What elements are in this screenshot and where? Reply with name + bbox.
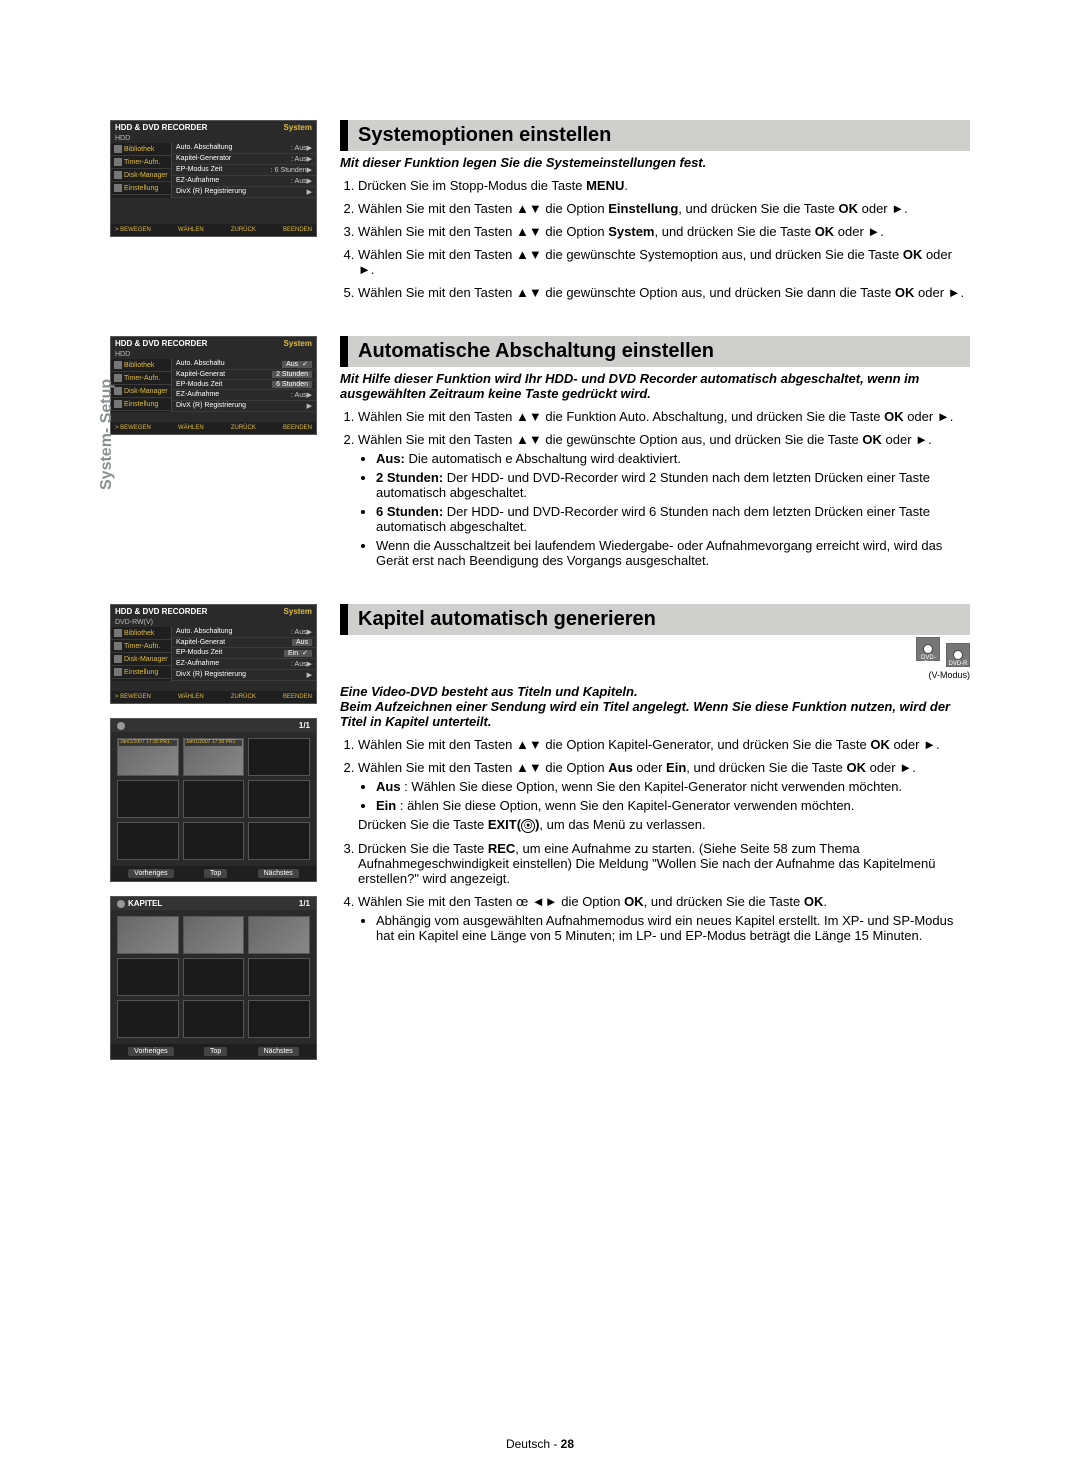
disc-dot-icon <box>117 722 125 730</box>
disc-icons: DVD-RW DVD-R <box>340 637 970 668</box>
section-title: Automatische Abschaltung einstellen <box>340 336 970 367</box>
section-title: Kapitel automatisch generieren <box>340 604 970 635</box>
step: Wählen Sie mit den Tasten ▲▼ die Option … <box>358 201 970 216</box>
step: Wählen Sie mit den Tasten ▲▼ die gewünsc… <box>358 285 970 300</box>
thumb-panel-2: KAPITEL1/1 Vorheriges Top Nächstes <box>110 896 317 1060</box>
section-kapitel: HDD & DVD RECORDERSystem DVD-RW(V) Bibli… <box>110 604 970 1074</box>
osd-title-right: System <box>284 123 312 132</box>
steps-list: Wählen Sie mit den Tasten ▲▼ die Funktio… <box>340 409 970 568</box>
osd-title: HDD & DVD RECORDER <box>115 123 207 132</box>
library-icon <box>114 145 122 153</box>
dvd-rw-icon: DVD-RW <box>916 637 940 661</box>
step: Wählen Sie mit den Tasten ▲▼ die gewünsc… <box>358 247 970 277</box>
settings-icon <box>114 668 122 676</box>
disc-icon <box>114 655 122 663</box>
osd-sub: HDD <box>111 134 316 143</box>
thumb-panel-1: 1/1 Jan/1/2007 17:30 PR1 Jan/1/2007 17:3… <box>110 718 317 882</box>
step: Drücken Sie die Taste REC, um eine Aufna… <box>358 841 970 886</box>
side-tab: System- Setup <box>98 379 116 490</box>
bullet: 6 Stunden: Der HDD- und DVD-Recorder wir… <box>376 504 970 534</box>
library-icon <box>114 629 122 637</box>
osd-panel-3: HDD & DVD RECORDERSystem DVD-RW(V) Bibli… <box>110 604 317 704</box>
timer-icon <box>114 158 122 166</box>
thumb-cell <box>248 738 310 776</box>
bullet: Aus : Wählen Sie diese Option, wenn Sie … <box>376 779 970 794</box>
disc-caption: (V-Modus) <box>340 670 970 680</box>
osd-nav: Bibliothek Timer-Aufn. Disk-Manager Eins… <box>111 143 172 198</box>
section-intro: Eine Video-DVD besteht aus Titeln und Ka… <box>340 684 970 729</box>
step: Wählen Sie mit den Tasten ▲▼ die Option … <box>358 224 970 239</box>
bullet: Aus: Die automatisch e Abschaltung wird … <box>376 451 970 466</box>
step: Wählen Sie mit den Tasten ▲▼ die gewünsc… <box>358 432 970 568</box>
step: Drücken Sie im Stopp-Modus die Taste MEN… <box>358 178 970 193</box>
steps-list: Wählen Sie mit den Tasten ▲▼ die Option … <box>340 737 970 943</box>
bullet: 2 Stunden: Der HDD- und DVD-Recorder wir… <box>376 470 970 500</box>
osd-panel-2: HDD & DVD RECORDERSystem HDD Bibliothek … <box>110 336 317 435</box>
steps-list: Drücken Sie im Stopp-Modus die Taste MEN… <box>340 178 970 300</box>
section-title: Systemoptionen einstellen <box>340 120 970 151</box>
bullet: Ein : ählen Sie diese Option, wenn Sie d… <box>376 798 970 813</box>
dvd-r-icon: DVD-R <box>946 643 970 667</box>
bullet: Wenn die Ausschaltzeit bei laufendem Wie… <box>376 538 970 568</box>
thumb-cell: Jan/1/2007 17:30 PR1 <box>183 738 245 776</box>
section-intro: Mit Hilfe dieser Funktion wird Ihr HDD- … <box>340 371 970 401</box>
disc-dot-icon <box>117 900 125 908</box>
settings-icon <box>114 184 122 192</box>
after-bullets: Drücken Sie die Taste EXIT(⦿), um das Me… <box>358 817 970 833</box>
manual-page: System- Setup HDD & DVD RECORDER System H… <box>0 0 1080 1481</box>
step: Wählen Sie mit den Tasten ▲▼ die Funktio… <box>358 409 970 424</box>
timer-icon <box>114 642 122 650</box>
disc-icon <box>114 171 122 179</box>
step: Wählen Sie mit den Tasten ▲▼ die Option … <box>358 760 970 833</box>
library-icon <box>114 361 122 369</box>
osd-panel-1: HDD & DVD RECORDER System HDD Bibliothek … <box>110 120 317 237</box>
section-intro: Mit dieser Funktion legen Sie die System… <box>340 155 970 170</box>
section-systemoptionen: HDD & DVD RECORDER System HDD Bibliothek … <box>110 120 970 308</box>
thumb-cell: Jan/1/2007 17:30 PR1 <box>117 738 179 776</box>
bullet: Abhängig vom ausgewählten Aufnahmemodus … <box>376 913 970 943</box>
section-auto-abschaltung: HDD & DVD RECORDERSystem HDD Bibliothek … <box>110 336 970 576</box>
page-footer: Deutsch - 28 <box>0 1437 1080 1451</box>
step: Wählen Sie mit den Tasten ▲▼ die Option … <box>358 737 970 752</box>
osd-settings-list: Auto. Abschaltung: Aus▶ Kapitel-Generato… <box>172 143 316 198</box>
step: Wählen Sie mit den Tasten œ ◄► die Optio… <box>358 894 970 943</box>
